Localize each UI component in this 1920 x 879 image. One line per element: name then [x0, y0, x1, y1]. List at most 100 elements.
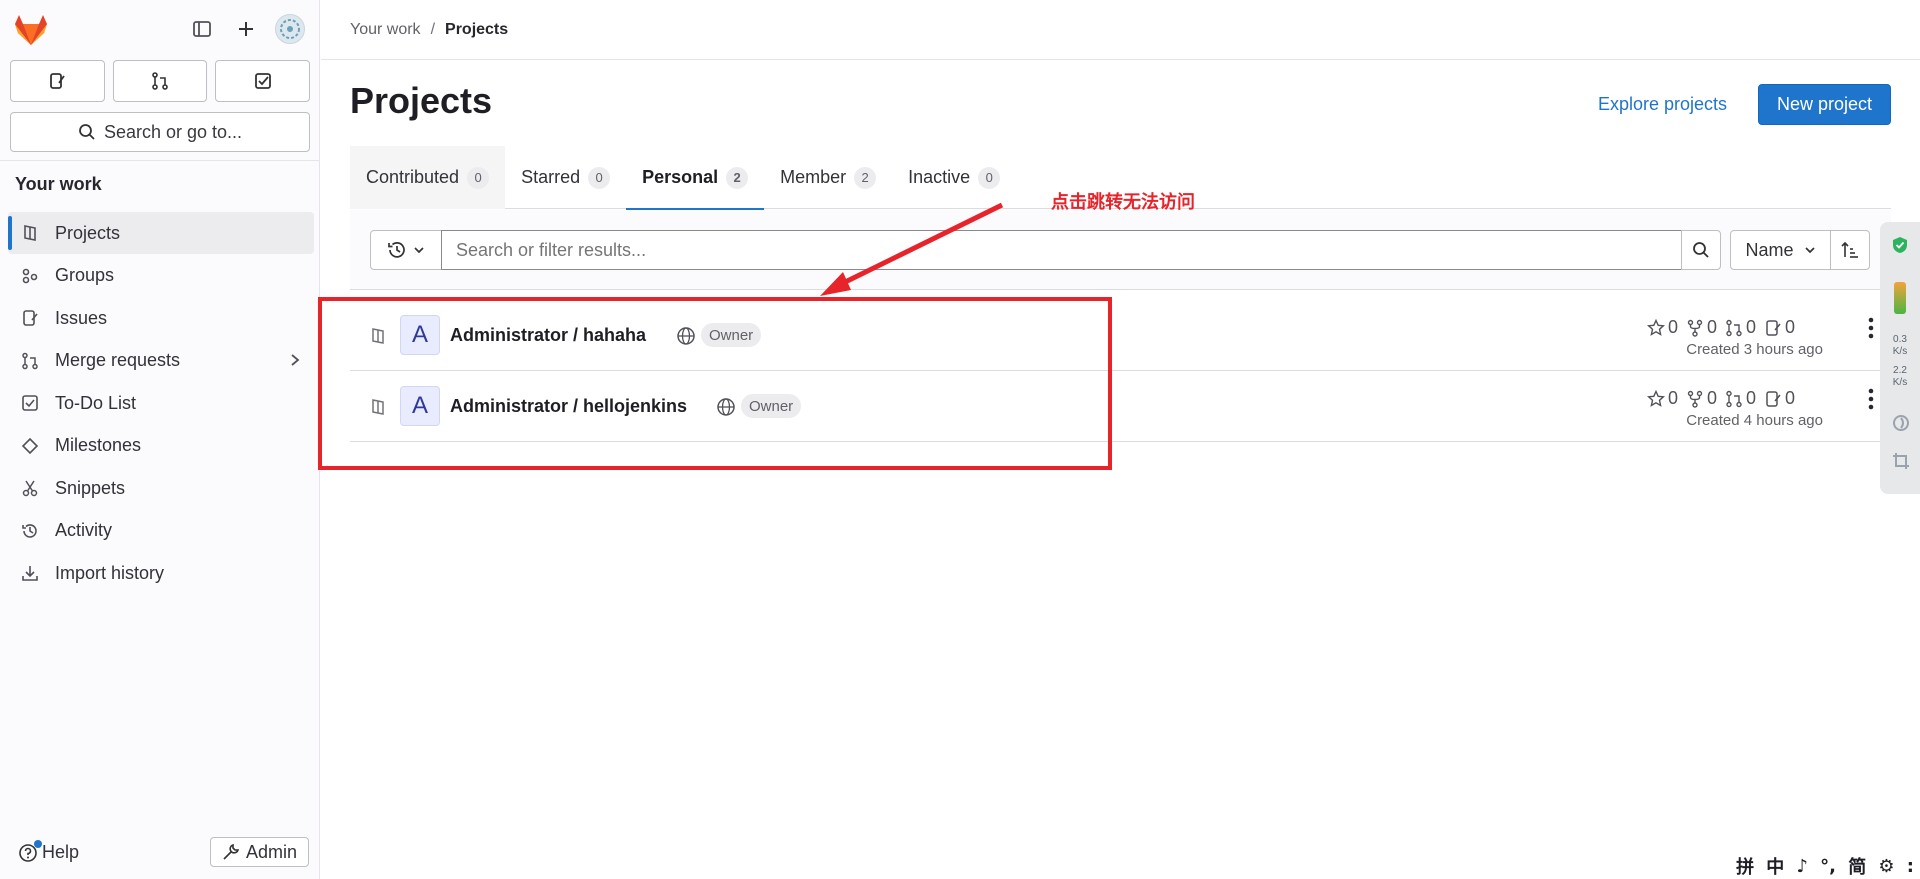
search-label: Search or go to...	[103, 121, 243, 142]
ime-item[interactable]: ♪	[1796, 856, 1808, 877]
crop-icon[interactable]	[1892, 452, 1910, 470]
download-icon	[20, 563, 40, 583]
fork-icon	[1687, 390, 1703, 408]
project-stats: 0 0 0 0	[1647, 388, 1795, 409]
issues-button[interactable]	[10, 60, 105, 102]
sidebar-item-label: Activity	[55, 520, 113, 540]
sort-field-dropdown[interactable]: Name	[1730, 230, 1831, 270]
explore-projects-link[interactable]: Explore projects	[1598, 94, 1727, 115]
sidebar-item-snippets[interactable]: Snippets	[8, 467, 314, 509]
sort-direction-button[interactable]	[1830, 230, 1870, 270]
recent-searches-button[interactable]	[370, 230, 442, 270]
network-monitor-widget[interactable]: 0.3 K/s 2.2 K/s	[1880, 222, 1920, 494]
download-unit: K/s	[1892, 377, 1908, 388]
tab-personal[interactable]: Personal 2	[626, 146, 765, 210]
tab-inactive[interactable]: Inactive 0	[892, 146, 1016, 209]
breadcrumb-your-work[interactable]: Your work	[350, 21, 421, 39]
tab-starred[interactable]: Starred 0	[505, 146, 626, 209]
sidebar: Search or go to... Your work Projects Gr…	[0, 0, 320, 879]
snippet-icon	[20, 478, 40, 498]
top-bar: Your work / Projects	[321, 0, 1920, 60]
tab-count-badge: 2	[854, 166, 877, 189]
search-input[interactable]	[441, 230, 1682, 270]
more-actions-icon[interactable]	[1861, 316, 1881, 340]
help-button[interactable]: Help	[18, 840, 80, 863]
tab-count-badge: 0	[978, 166, 1001, 189]
issues-stat[interactable]: 0	[1764, 388, 1795, 409]
ime-item[interactable]: 中	[1766, 853, 1784, 879]
tab-label: Contributed	[366, 167, 460, 187]
sidebar-top-actions	[187, 14, 305, 44]
todo-button[interactable]	[215, 60, 311, 102]
star-icon	[1647, 318, 1665, 336]
sidebar-item-merge-requests[interactable]: Merge requests	[8, 340, 314, 382]
sidebar-item-todo-list[interactable]: To-Do List	[8, 382, 314, 424]
memory-gauge	[1894, 282, 1906, 314]
group-icon	[20, 266, 40, 286]
merge-requests-stat[interactable]: 0	[1725, 388, 1756, 409]
stars-count: 0	[1668, 317, 1679, 337]
sidebar-item-label: Projects	[55, 222, 121, 243]
breadcrumb: Your work / Projects	[350, 21, 508, 39]
merge-requests-button[interactable]	[112, 60, 208, 102]
sidebar-item-activity[interactable]: Activity	[8, 510, 314, 552]
project-stats: 0 0 0 0	[1647, 317, 1795, 338]
chevron-down-icon	[414, 247, 424, 254]
sidebar-item-label: Import history	[55, 562, 165, 583]
stars-stat[interactable]: 0	[1647, 317, 1678, 338]
search-icon	[79, 124, 95, 140]
forks-stat[interactable]: 0	[1686, 317, 1717, 338]
wrench-icon	[223, 843, 240, 860]
sort-label: Name	[1745, 239, 1794, 260]
sidebar-item-issues[interactable]: Issues	[8, 297, 314, 339]
admin-button[interactable]: Admin	[210, 837, 309, 867]
todo-icon	[20, 393, 40, 413]
ime-item[interactable]: °,	[1820, 856, 1836, 877]
filter-bar: Name	[350, 210, 1891, 290]
swirl-icon[interactable]	[1892, 414, 1910, 432]
section-title: Your work	[15, 174, 102, 194]
sidebar-item-groups[interactable]: Groups	[8, 255, 314, 297]
stars-count: 0	[1668, 388, 1679, 408]
tab-contributed[interactable]: Contributed 0	[350, 146, 506, 209]
filter-search-button[interactable]	[1681, 230, 1721, 270]
sidebar-toggle-icon[interactable]	[187, 14, 217, 44]
notification-dot	[34, 840, 42, 848]
new-project-button[interactable]: New project	[1758, 84, 1891, 125]
issues-icon	[1766, 319, 1781, 336]
issues-icon	[50, 73, 66, 89]
sidebar-item-label: Merge requests	[55, 350, 181, 370]
merge-request-icon	[1726, 390, 1742, 407]
annotation-text: 点击跳转无法访问	[1051, 192, 1195, 213]
forks-stat[interactable]: 0	[1686, 388, 1717, 409]
issues-count: 0	[1785, 317, 1796, 337]
breadcrumb-separator: /	[430, 21, 436, 38]
forks-count: 0	[1707, 388, 1718, 408]
search-button[interactable]: Search or go to...	[10, 112, 310, 152]
tab-member[interactable]: Member 2	[764, 146, 892, 209]
gitlab-logo-icon[interactable]	[14, 14, 48, 46]
sidebar-item-label: Snippets	[55, 477, 126, 498]
sidebar-item-projects[interactable]: Projects	[8, 212, 314, 254]
more-actions-icon[interactable]	[1861, 387, 1881, 411]
issues-stat[interactable]: 0	[1764, 317, 1795, 338]
user-avatar[interactable]	[275, 14, 305, 44]
sidebar-item-label: Groups	[55, 265, 115, 285]
milestone-icon	[20, 436, 40, 456]
merge-requests-stat[interactable]: 0	[1725, 317, 1756, 338]
ime-item[interactable]: 拼	[1736, 853, 1754, 879]
tab-label: Inactive	[908, 167, 971, 187]
tab-label: Member	[780, 167, 847, 187]
stars-stat[interactable]: 0	[1647, 388, 1678, 409]
ime-item[interactable]: ⚙	[1878, 856, 1894, 877]
ime-item[interactable]: 简	[1848, 853, 1866, 879]
download-speed: 2.2	[1893, 365, 1907, 376]
help-label: Help	[42, 842, 80, 862]
breadcrumb-projects[interactable]: Projects	[445, 21, 508, 39]
issues-icon	[1766, 390, 1781, 407]
plus-icon[interactable]	[231, 14, 261, 44]
sidebar-item-import-history[interactable]: Import history	[8, 552, 314, 594]
sidebar-item-milestones[interactable]: Milestones	[8, 425, 314, 467]
created-time: Created 4 hours ago	[1686, 412, 1823, 429]
ime-item[interactable]: :	[1907, 856, 1914, 877]
